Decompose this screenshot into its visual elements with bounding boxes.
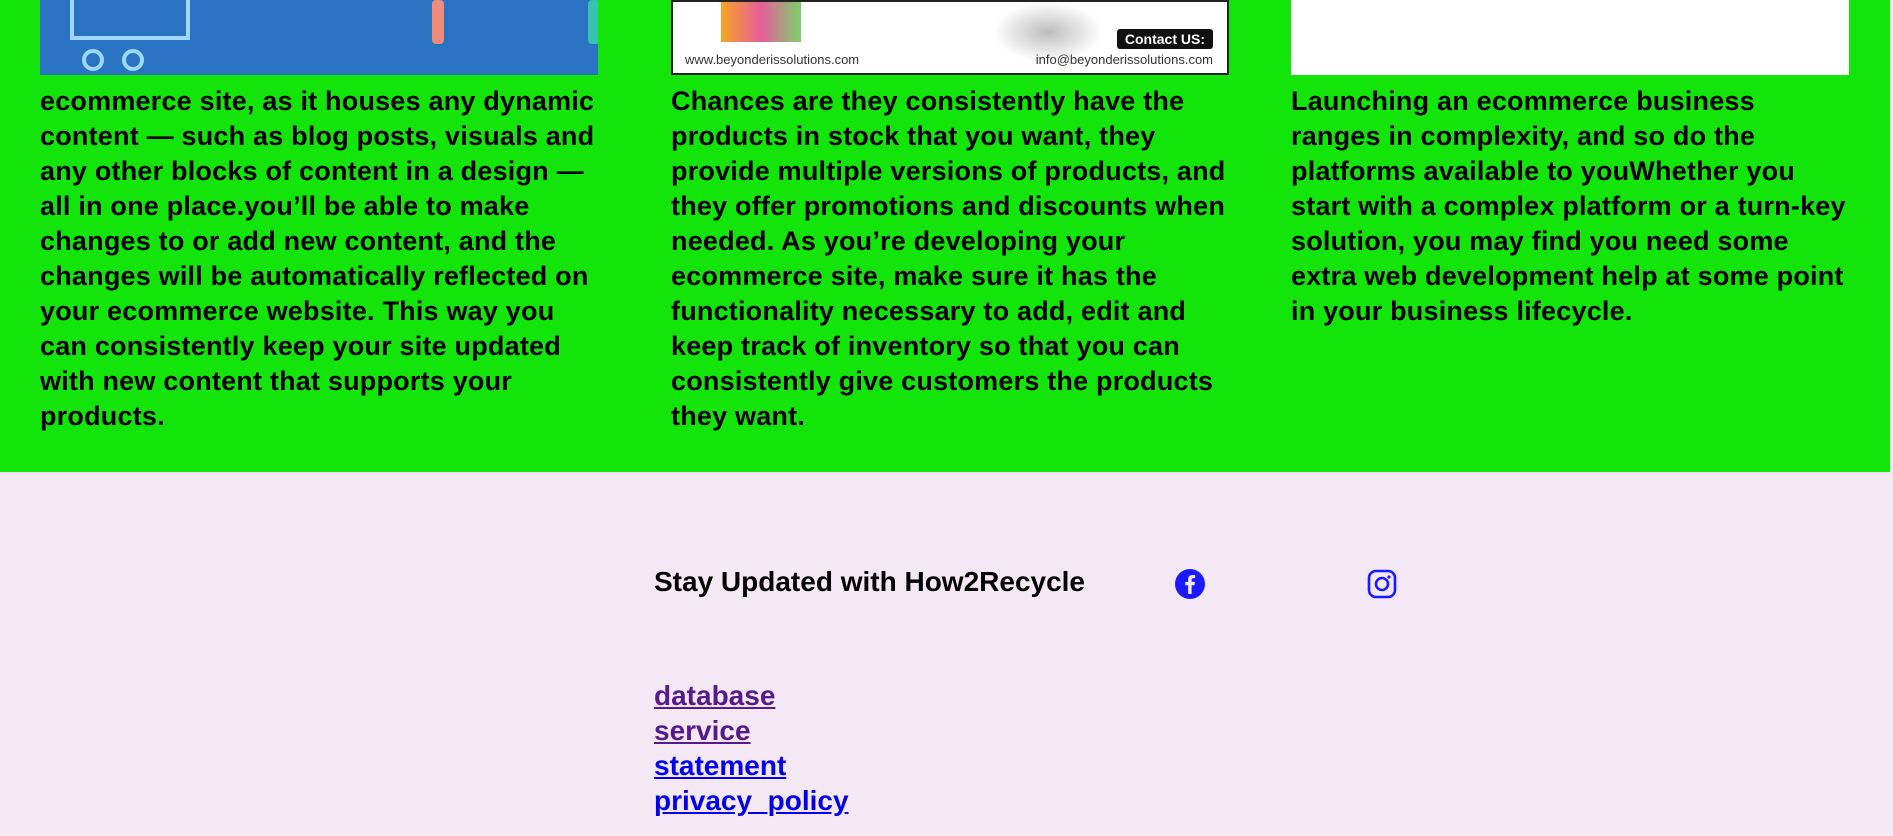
database-link[interactable]: database	[654, 678, 849, 713]
footer-links: database service statement privacy_polic…	[654, 678, 849, 818]
banner-email: info@beyonderissolutions.com	[1035, 52, 1213, 67]
person-figure-icon	[432, 0, 444, 44]
article-column-2: Contact US: www.beyonderissolutions.com …	[671, 0, 1231, 434]
person-figure-icon	[588, 0, 598, 44]
article-text: Launching an ecommerce business ranges i…	[1291, 86, 1846, 326]
statement-link[interactable]: statement	[654, 748, 849, 783]
cart-wheel-icon	[122, 49, 144, 71]
footer-title: Stay Updated with How2Recycle	[654, 566, 1086, 597]
article-column-1: ecommerce site, as it houses any dynamic…	[40, 0, 600, 434]
instagram-icon[interactable]	[1366, 568, 1398, 600]
banner-website: www.beyonderissolutions.com	[685, 52, 860, 67]
facebook-icon[interactable]	[1174, 568, 1206, 600]
ecommerce-illustration-image[interactable]	[40, 0, 598, 75]
service-link[interactable]: service	[654, 713, 849, 748]
article-text: Chances are they consistently have the p…	[671, 86, 1226, 431]
beyonderis-banner-image[interactable]: Contact US: www.beyonderissolutions.com …	[671, 0, 1229, 75]
article-column-3: Launching an ecommerce business ranges i…	[1291, 0, 1851, 329]
article-text: ecommerce site, as it houses any dynamic…	[40, 86, 595, 431]
cart-wheel-icon	[82, 49, 104, 71]
shopping-bags-icon	[721, 2, 801, 42]
blank-image[interactable]	[1291, 0, 1849, 75]
privacy-policy-link[interactable]: privacy_policy	[654, 783, 849, 818]
shopping-cart-icon	[70, 0, 190, 40]
contact-us-badge: Contact US:	[1116, 29, 1213, 49]
